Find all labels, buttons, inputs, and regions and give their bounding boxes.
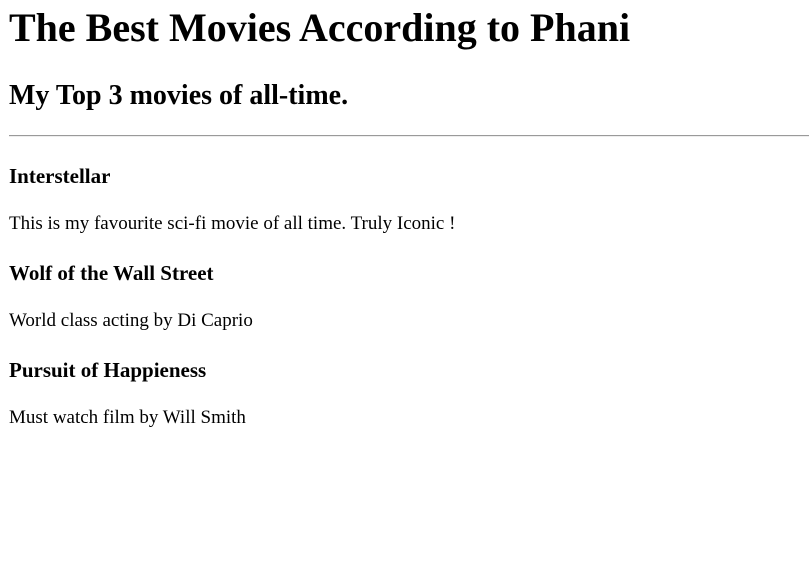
movie-title: Pursuit of Happieness xyxy=(9,358,207,382)
page: The Best Movies According to Phani My To… xyxy=(0,0,809,563)
movie-description: World class acting by Di Caprio xyxy=(9,310,253,331)
page-title: The Best Movies According to Phani xyxy=(9,5,631,50)
page-subtitle: My Top 3 movies of all-time. xyxy=(9,80,349,111)
divider xyxy=(9,135,809,137)
movie-description: Must watch film by Will Smith xyxy=(9,407,246,428)
movie-description: This is my favourite sci-fi movie of all… xyxy=(9,213,456,234)
movie-title: Wolf of the Wall Street xyxy=(9,261,214,285)
movie-title: Interstellar xyxy=(9,164,111,188)
